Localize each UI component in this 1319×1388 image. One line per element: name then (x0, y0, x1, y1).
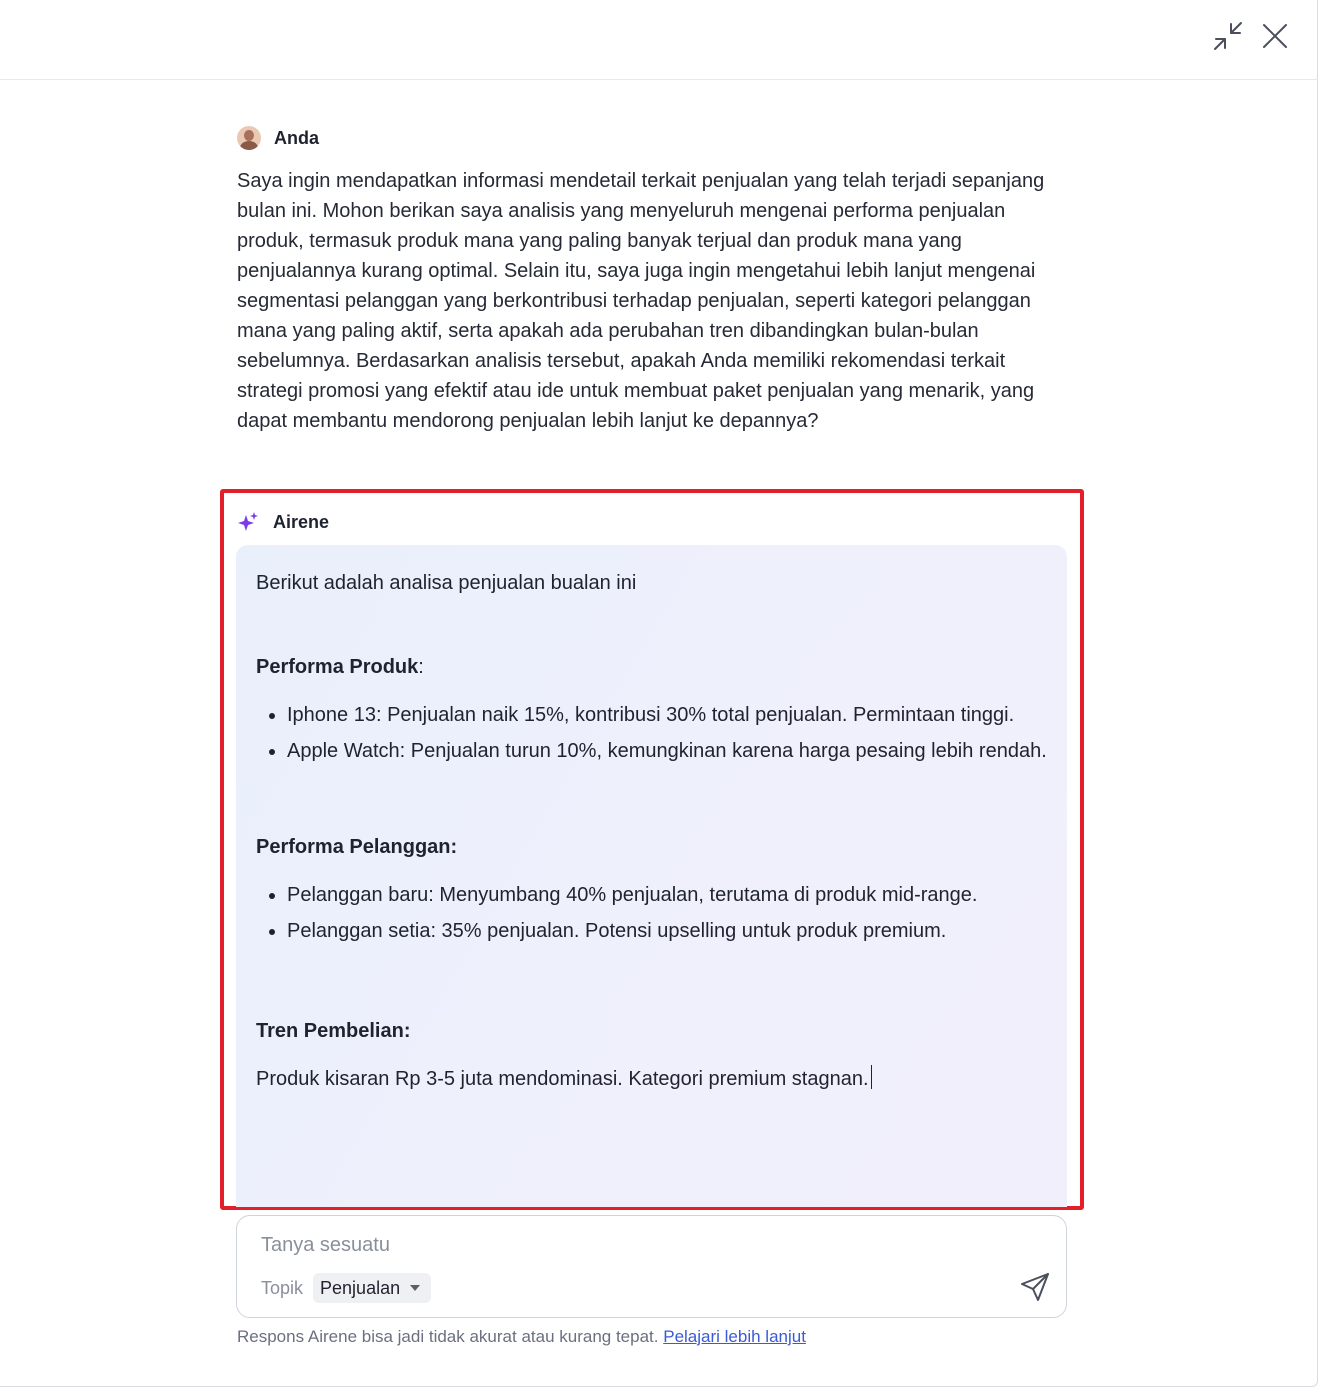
user-sender: Anda (237, 124, 1067, 152)
avatar (237, 126, 261, 150)
list-item: Pelanggan baru: Menyumbang 40% penjualan… (256, 877, 1056, 913)
tren-text: Produk kisaran Rp 3-5 juta mendominasi. … (256, 1068, 869, 1090)
section-title-produk: Performa Produk: (256, 653, 1047, 681)
list-item: Apple Watch: Penjualan turun 10%, kemung… (256, 733, 1056, 769)
ai-response-bubble: Berikut adalah analisa penjualan bualan … (236, 545, 1067, 1207)
chat-header (0, 0, 1318, 80)
topic-label: Topik (261, 1277, 304, 1298)
chat-composer: Topik Penjualan (236, 1215, 1067, 1318)
disclaimer-text: Respons Airene bisa jadi tidak akurat at… (237, 1327, 659, 1346)
topic-value: Penjualan (320, 1277, 401, 1298)
send-icon (1021, 1273, 1049, 1301)
user-message-text: Saya ingin mendapatkan informasi mendeta… (237, 170, 1045, 432)
topic-dropdown[interactable]: Penjualan (313, 1273, 432, 1303)
caret-down-icon (410, 1285, 421, 1291)
minimize-button[interactable] (1210, 18, 1246, 54)
section-title-pelanggan: Performa Pelanggan: (256, 836, 458, 858)
list-item: Pelanggan setia: 35% penjualan. Potensi … (256, 913, 1056, 949)
ai-sender: Airene (237, 508, 1067, 536)
user-sender-name: Anda (274, 127, 319, 148)
section-title-produk-label: Performa Produk (256, 656, 419, 678)
topic-row: Topik Penjualan (261, 1273, 432, 1303)
user-message: Anda Saya ingin mendapatkan informasi me… (237, 124, 1067, 436)
learn-more-link[interactable]: Pelajari lebih lanjut (663, 1327, 806, 1346)
produk-list: Iphone 13: Penjualan naik 15%, kontribus… (256, 697, 1047, 769)
close-icon (1263, 24, 1287, 48)
typing-cursor (870, 1065, 873, 1089)
section-title-produk-suffix: : (418, 656, 424, 678)
section-title-tren: Tren Pembelian: (256, 1020, 411, 1042)
disclaimer: Respons Airene bisa jadi tidak akurat at… (237, 1327, 806, 1347)
sparkle-icon (238, 512, 258, 531)
minimize-arrows-icon (1214, 22, 1242, 50)
ai-sender-name: Airene (273, 511, 330, 532)
pelanggan-list: Pelanggan baru: Menyumbang 40% penjualan… (256, 877, 1047, 949)
ai-intro-text: Berikut adalah analisa penjualan bualan … (256, 572, 637, 594)
list-item: Iphone 13: Penjualan naik 15%, kontribus… (256, 697, 1056, 733)
send-button[interactable] (1018, 1270, 1052, 1304)
close-button[interactable] (1257, 18, 1293, 54)
tren-text-line: Produk kisaran Rp 3-5 juta mendominasi. … (256, 1065, 1047, 1093)
chat-panel: Anda Saya ingin mendapatkan informasi me… (0, 0, 1318, 1387)
chat-input[interactable] (261, 1230, 961, 1260)
